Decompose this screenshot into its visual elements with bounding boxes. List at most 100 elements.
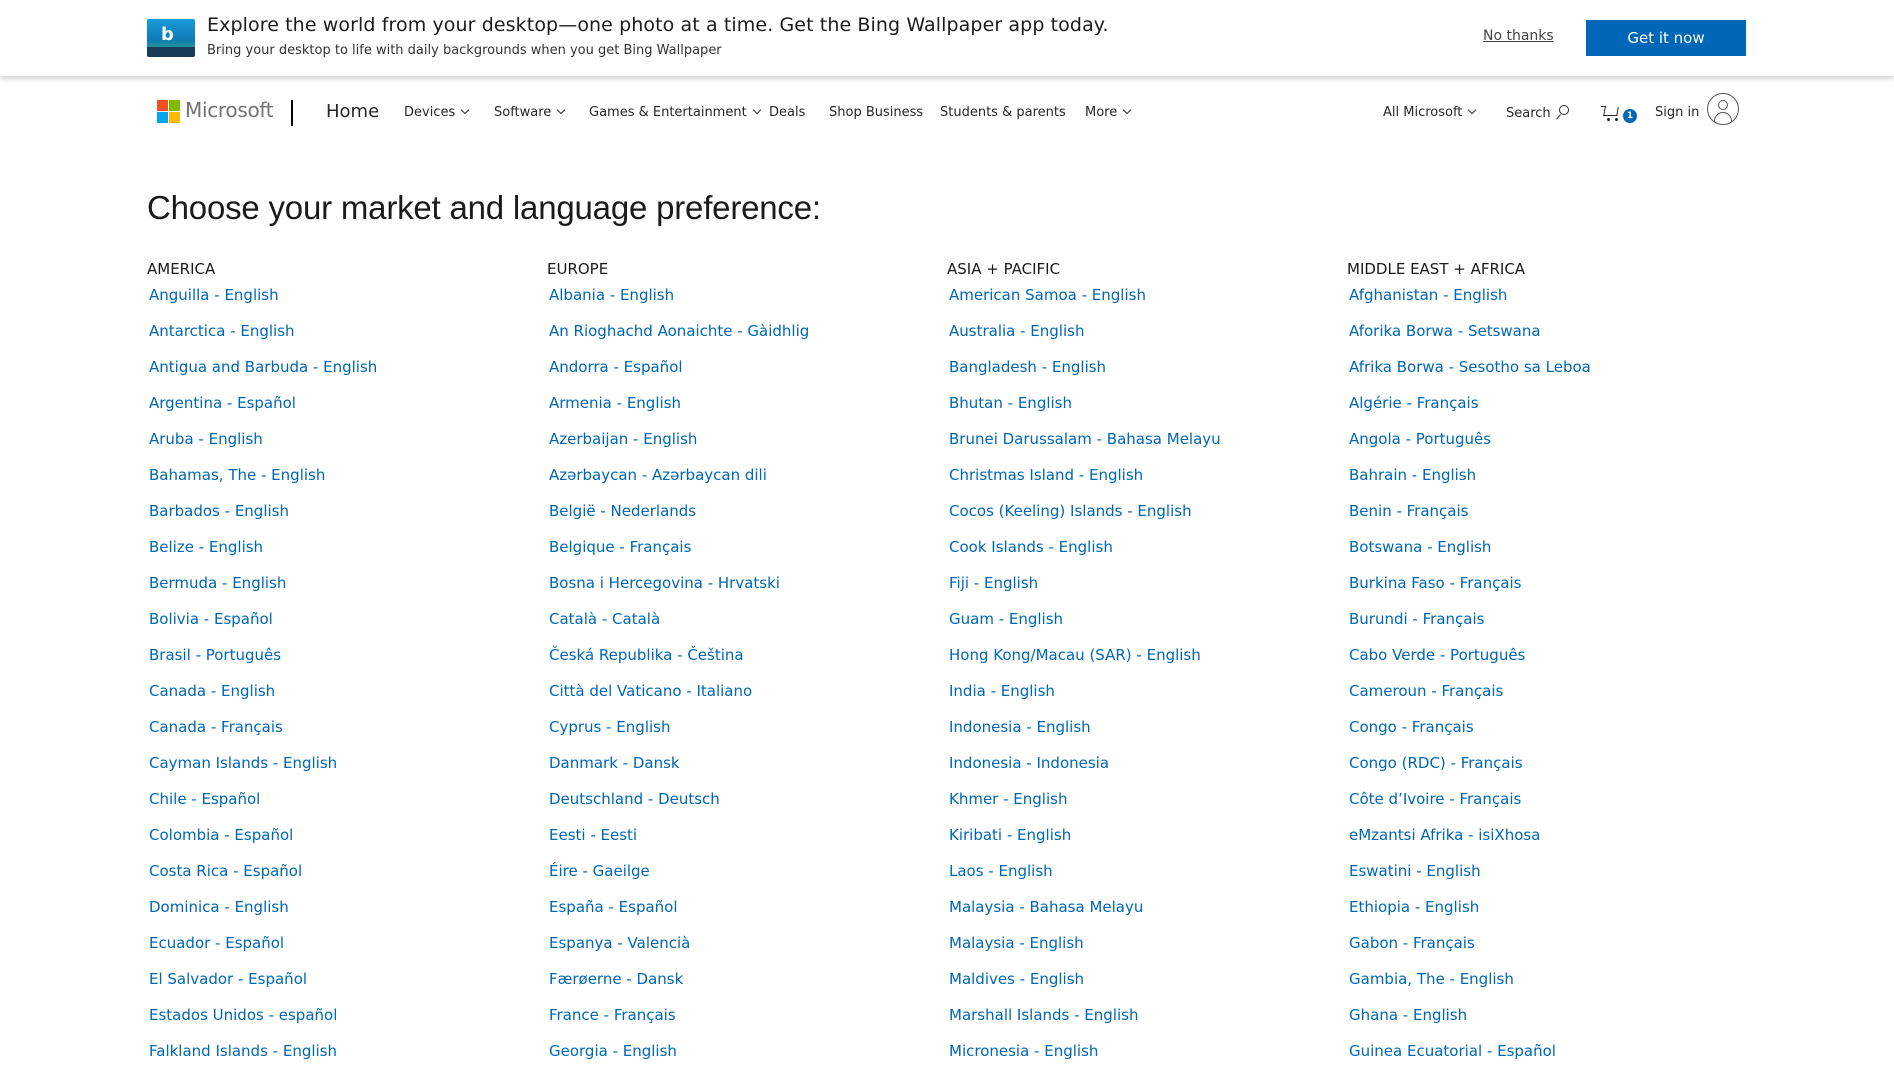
- market-language-link[interactable]: Angola - Português: [1347, 430, 1727, 466]
- market-language-link[interactable]: Belize - English: [147, 538, 527, 574]
- market-language-link[interactable]: Guam - English: [947, 610, 1327, 646]
- market-language-link[interactable]: Belgique - Français: [547, 538, 927, 574]
- nav-devices[interactable]: Devices: [404, 105, 470, 120]
- market-language-link[interactable]: Kiribati - English: [947, 826, 1327, 862]
- market-language-link[interactable]: Bosna i Hercegovina - Hrvatski: [547, 574, 927, 610]
- nav-deals[interactable]: Deals: [769, 105, 805, 120]
- market-language-link[interactable]: Laos - English: [947, 862, 1327, 898]
- market-language-link[interactable]: Chile - Español: [147, 790, 527, 826]
- market-language-link[interactable]: Albania - English: [547, 286, 927, 322]
- market-language-link[interactable]: Česká Republika - Čeština: [547, 646, 927, 682]
- market-language-link[interactable]: Bangladesh - English: [947, 358, 1327, 394]
- nav-software[interactable]: Software: [494, 105, 566, 120]
- market-language-link[interactable]: Congo (RDC) - Français: [1347, 754, 1727, 790]
- market-language-link[interactable]: Burundi - Français: [1347, 610, 1727, 646]
- market-language-link[interactable]: Indonesia - Indonesia: [947, 754, 1327, 790]
- market-language-link[interactable]: Congo - Français: [1347, 718, 1727, 754]
- market-language-link[interactable]: Cyprus - English: [547, 718, 927, 754]
- market-language-link[interactable]: Maldives - English: [947, 970, 1327, 1006]
- market-language-link[interactable]: Côte d’Ivoire - Français: [1347, 790, 1727, 826]
- sign-in-link[interactable]: Sign in: [1655, 105, 1699, 120]
- market-language-link[interactable]: Marshall Islands - English: [947, 1006, 1327, 1042]
- market-language-link[interactable]: Ghana - English: [1347, 1006, 1727, 1042]
- market-language-link[interactable]: Christmas Island - English: [947, 466, 1327, 502]
- market-language-link[interactable]: France - Français: [547, 1006, 927, 1042]
- market-language-link[interactable]: Ethiopia - English: [1347, 898, 1727, 934]
- market-language-link[interactable]: Antarctica - English: [147, 322, 527, 358]
- cart-button[interactable]: 1: [1601, 105, 1640, 123]
- get-it-now-button[interactable]: Get it now: [1586, 20, 1746, 56]
- market-language-link[interactable]: Færøerne - Dansk: [547, 970, 927, 1006]
- market-language-link[interactable]: An Rioghachd Aonaichte - Gàidhlig: [547, 322, 927, 358]
- market-language-link[interactable]: Ecuador - Español: [147, 934, 527, 970]
- market-language-link[interactable]: Danmark - Dansk: [547, 754, 927, 790]
- market-language-link[interactable]: Georgia - English: [547, 1042, 927, 1078]
- market-language-link[interactable]: Afghanistan - English: [1347, 286, 1727, 322]
- market-language-link[interactable]: Canada - Français: [147, 718, 527, 754]
- market-language-link[interactable]: American Samoa - English: [947, 286, 1327, 322]
- market-language-link[interactable]: Argentina - Español: [147, 394, 527, 430]
- market-language-link[interactable]: Eesti - Eesti: [547, 826, 927, 862]
- market-language-link[interactable]: Cabo Verde - Português: [1347, 646, 1727, 682]
- market-language-link[interactable]: Català - Català: [547, 610, 927, 646]
- market-language-link[interactable]: Cayman Islands - English: [147, 754, 527, 790]
- market-language-link[interactable]: Brasil - Português: [147, 646, 527, 682]
- market-language-link[interactable]: Malaysia - Bahasa Melayu: [947, 898, 1327, 934]
- market-language-link[interactable]: Azərbaycan - Azərbaycan dili: [547, 466, 927, 502]
- market-language-link[interactable]: Colombia - Español: [147, 826, 527, 862]
- market-language-link[interactable]: Éire - Gaeilge: [547, 862, 927, 898]
- market-language-link[interactable]: Gabon - Français: [1347, 934, 1727, 970]
- market-language-link[interactable]: eMzantsi Afrika - isiXhosa: [1347, 826, 1727, 862]
- market-language-link[interactable]: Città del Vaticano - Italiano: [547, 682, 927, 718]
- nav-shop-business[interactable]: Shop Business: [829, 105, 923, 120]
- nav-games-entertainment[interactable]: Games & Entertainment: [589, 105, 761, 120]
- market-language-link[interactable]: Australia - English: [947, 322, 1327, 358]
- market-language-link[interactable]: Armenia - English: [547, 394, 927, 430]
- market-language-link[interactable]: Cook Islands - English: [947, 538, 1327, 574]
- market-language-link[interactable]: Falkland Islands - English: [147, 1042, 527, 1078]
- market-language-link[interactable]: Hong Kong/Macau (SAR) - English: [947, 646, 1327, 682]
- market-language-link[interactable]: Costa Rica - Español: [147, 862, 527, 898]
- market-language-link[interactable]: España - Español: [547, 898, 927, 934]
- market-language-link[interactable]: Fiji - English: [947, 574, 1327, 610]
- market-language-link[interactable]: Burkina Faso - Français: [1347, 574, 1727, 610]
- market-language-link[interactable]: Aforika Borwa - Setswana: [1347, 322, 1727, 358]
- market-language-link[interactable]: Anguilla - English: [147, 286, 527, 322]
- market-language-link[interactable]: Bahamas, The - English: [147, 466, 527, 502]
- market-language-link[interactable]: Bahrain - English: [1347, 466, 1727, 502]
- market-language-link[interactable]: Cocos (Keeling) Islands - English: [947, 502, 1327, 538]
- market-language-link[interactable]: Indonesia - English: [947, 718, 1327, 754]
- market-language-link[interactable]: Bhutan - English: [947, 394, 1327, 430]
- home-link[interactable]: Home: [326, 101, 379, 122]
- market-language-link[interactable]: Bermuda - English: [147, 574, 527, 610]
- microsoft-brand[interactable]: Microsoft: [185, 98, 274, 122]
- market-language-link[interactable]: Azerbaijan - English: [547, 430, 927, 466]
- market-language-link[interactable]: Khmer - English: [947, 790, 1327, 826]
- market-language-link[interactable]: El Salvador - Español: [147, 970, 527, 1006]
- all-microsoft-menu[interactable]: All Microsoft: [1383, 105, 1477, 120]
- market-language-link[interactable]: België - Nederlands: [547, 502, 927, 538]
- market-language-link[interactable]: Gambia, The - English: [1347, 970, 1727, 1006]
- no-thanks-link[interactable]: No thanks: [1483, 28, 1554, 44]
- nav-more[interactable]: More: [1085, 105, 1132, 120]
- market-language-link[interactable]: Malaysia - English: [947, 934, 1327, 970]
- market-language-link[interactable]: Guinea Ecuatorial - Español: [1347, 1042, 1727, 1078]
- market-language-link[interactable]: Aruba - English: [147, 430, 527, 466]
- market-language-link[interactable]: Cameroun - Français: [1347, 682, 1727, 718]
- market-language-link[interactable]: Brunei Darussalam - Bahasa Melayu: [947, 430, 1327, 466]
- market-language-link[interactable]: Algérie - Français: [1347, 394, 1727, 430]
- microsoft-logo-icon[interactable]: [157, 100, 180, 123]
- market-language-link[interactable]: Espanya - Valencià: [547, 934, 927, 970]
- market-language-link[interactable]: Eswatini - English: [1347, 862, 1727, 898]
- market-language-link[interactable]: Andorra - Español: [547, 358, 927, 394]
- market-language-link[interactable]: Micronesia - English: [947, 1042, 1327, 1078]
- market-language-link[interactable]: Dominica - English: [147, 898, 527, 934]
- nav-students-parents[interactable]: Students & parents: [940, 105, 1066, 120]
- market-language-link[interactable]: Deutschland - Deutsch: [547, 790, 927, 826]
- market-language-link[interactable]: Afrika Borwa - Sesotho sa Leboa: [1347, 358, 1727, 394]
- account-avatar-icon[interactable]: [1707, 93, 1739, 125]
- market-language-link[interactable]: Bolivia - Español: [147, 610, 527, 646]
- market-language-link[interactable]: Benin - Français: [1347, 502, 1727, 538]
- market-language-link[interactable]: Canada - English: [147, 682, 527, 718]
- market-language-link[interactable]: Botswana - English: [1347, 538, 1727, 574]
